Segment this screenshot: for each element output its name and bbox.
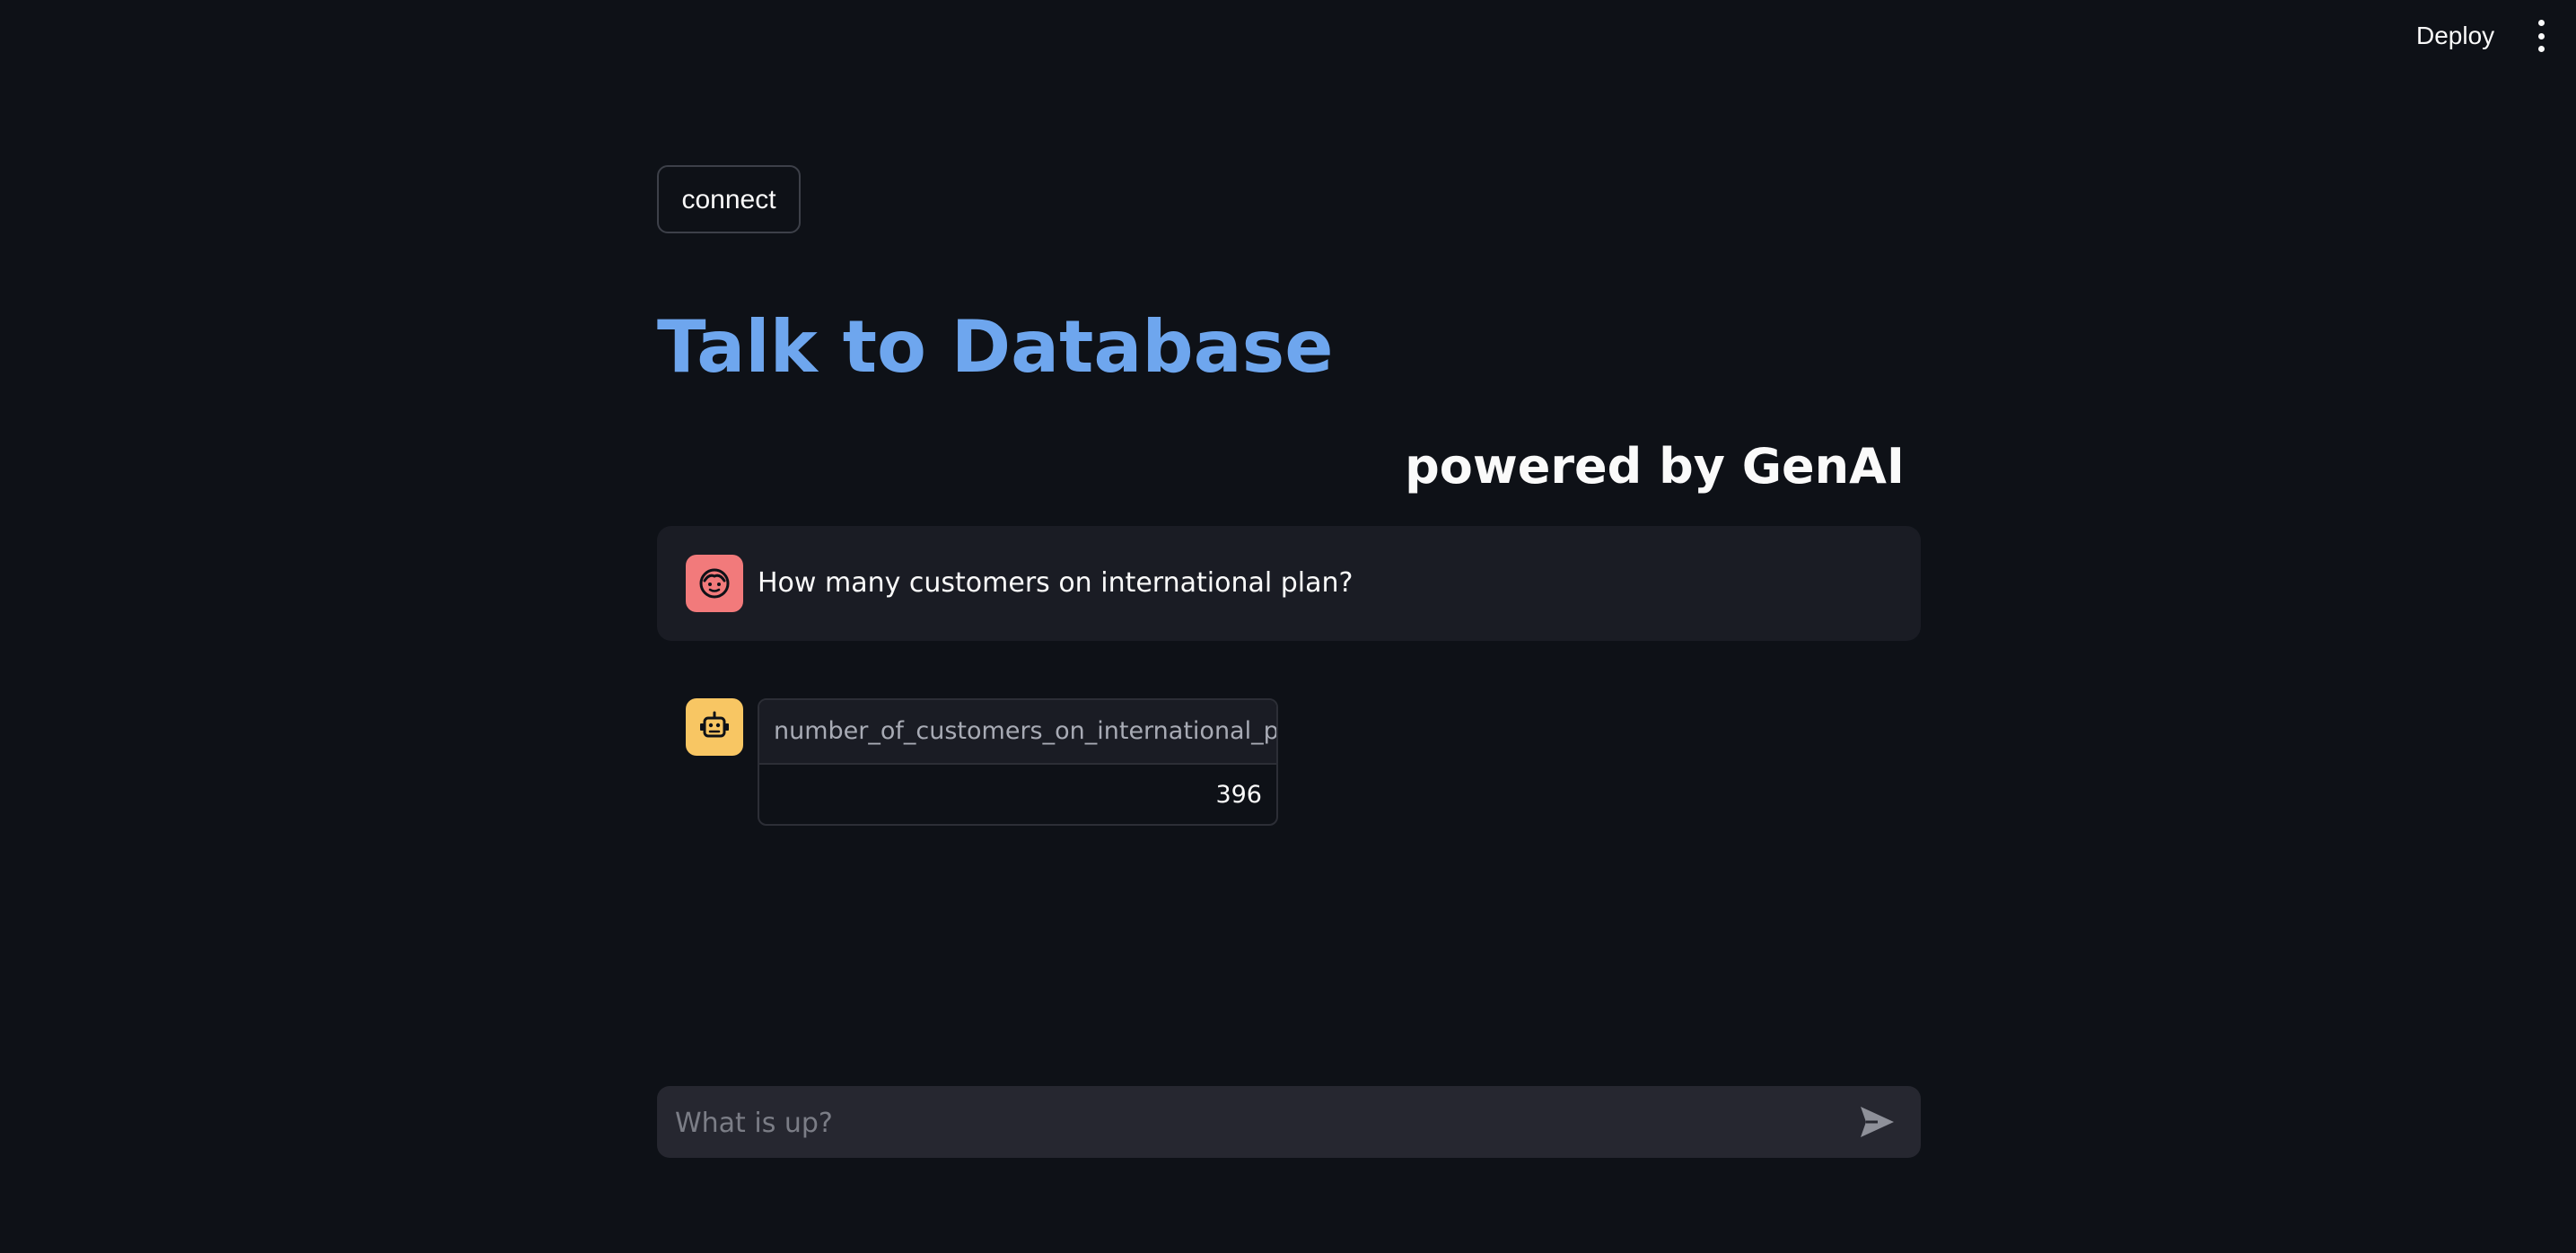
connect-button[interactable]: connect	[657, 165, 801, 233]
dataframe-cell[interactable]: 396	[759, 765, 1276, 824]
user-message-text: How many customers on international plan…	[758, 567, 1354, 599]
chat-message-assistant: number_of_customers_on_international_pla…	[657, 698, 1921, 833]
chat-input-box	[657, 1086, 1921, 1160]
user-face-icon	[686, 555, 743, 612]
menu-dot	[2537, 46, 2545, 52]
chat-message-user: How many customers on international plan…	[657, 526, 1921, 641]
result-dataframe[interactable]: number_of_customers_on_international_pla…	[758, 698, 1278, 826]
menu-dot	[2537, 32, 2545, 39]
main-content: connect Talk to Database powered by GenA…	[657, 0, 1921, 1253]
deploy-button[interactable]: Deploy	[2402, 18, 2509, 54]
chat-input[interactable]	[673, 1086, 1826, 1160]
dataframe-column-header[interactable]: number_of_customers_on_international_pla…	[759, 700, 1276, 765]
menu-dot	[2537, 20, 2545, 26]
kebab-menu-icon[interactable]	[2529, 20, 2553, 52]
robot-icon	[686, 698, 743, 756]
page-subtitle: powered by GenAI	[1405, 438, 1905, 495]
page-title: Talk to Database	[657, 305, 1334, 389]
send-icon[interactable]	[1858, 1104, 1896, 1140]
